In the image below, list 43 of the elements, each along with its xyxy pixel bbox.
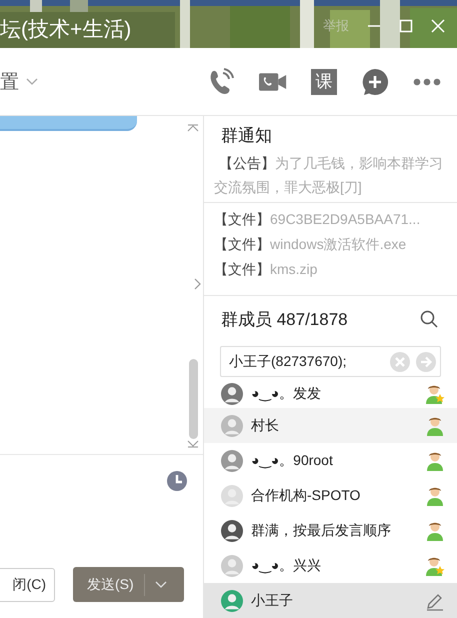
- chevron-right-icon[interactable]: [194, 278, 202, 290]
- avatar-icon: [221, 484, 243, 506]
- user-icon: [425, 416, 445, 436]
- close-icon[interactable]: [431, 19, 445, 33]
- avatar-icon: [221, 383, 243, 405]
- member-item[interactable]: ◕‿◕。发发: [204, 380, 457, 408]
- maximize-icon[interactable]: [399, 19, 413, 33]
- member-item[interactable]: 群满，按最后发言顺序: [204, 513, 457, 548]
- avatar-icon: [221, 450, 243, 472]
- scroll-bottom-icon[interactable]: [187, 440, 199, 448]
- avatar-icon: [221, 414, 243, 436]
- user-icon: [425, 520, 445, 540]
- file-link[interactable]: 【文件】69C3BE2D9A5BAA71...: [214, 207, 457, 232]
- member-item[interactable]: 村长: [204, 408, 457, 443]
- user-icon: [425, 486, 445, 506]
- search-field[interactable]: 小王子(82737670);: [220, 346, 441, 377]
- scrollbar-thumb[interactable]: [189, 359, 198, 439]
- member-item[interactable]: ◕‿◕。兴兴: [204, 548, 457, 583]
- announcement-text: 【公告】为了几毛钱，影响本群学习交流氛围，罪大恶极[刀]: [204, 151, 457, 203]
- user-icon: [425, 450, 445, 470]
- file-link[interactable]: 【文件】windows激活软件.exe: [214, 232, 457, 257]
- avatar-icon: [221, 520, 243, 542]
- chevron-down-icon[interactable]: [26, 78, 38, 86]
- window-title: 坛(技术+生活): [0, 17, 132, 43]
- clock-icon[interactable]: [167, 471, 187, 491]
- members-title: 群成员 487/1878: [220, 308, 348, 331]
- settings-menu[interactable]: 置: [0, 68, 19, 94]
- admin-user-icon: [425, 556, 445, 576]
- member-item[interactable]: ◕‿◕。90root: [204, 443, 457, 478]
- search-icon[interactable]: [420, 310, 438, 328]
- admin-user-icon: [425, 384, 445, 404]
- notice-title: 群通知: [220, 126, 272, 145]
- search-input[interactable]: 小王子(82737670);: [221, 354, 384, 370]
- add-icon[interactable]: [361, 68, 389, 96]
- more-icon[interactable]: [413, 78, 441, 86]
- scroll-top-icon[interactable]: [187, 124, 199, 132]
- course-button[interactable]: 课: [311, 68, 337, 94]
- member-item[interactable]: 小王子: [204, 583, 457, 618]
- file-link[interactable]: 【文件】kms.zip: [214, 257, 457, 282]
- avatar-icon: [221, 590, 243, 612]
- close-button[interactable]: 闭(C): [0, 568, 55, 602]
- avatar-icon: [221, 554, 243, 576]
- member-item[interactable]: 合作机构-SPOTO: [204, 478, 457, 513]
